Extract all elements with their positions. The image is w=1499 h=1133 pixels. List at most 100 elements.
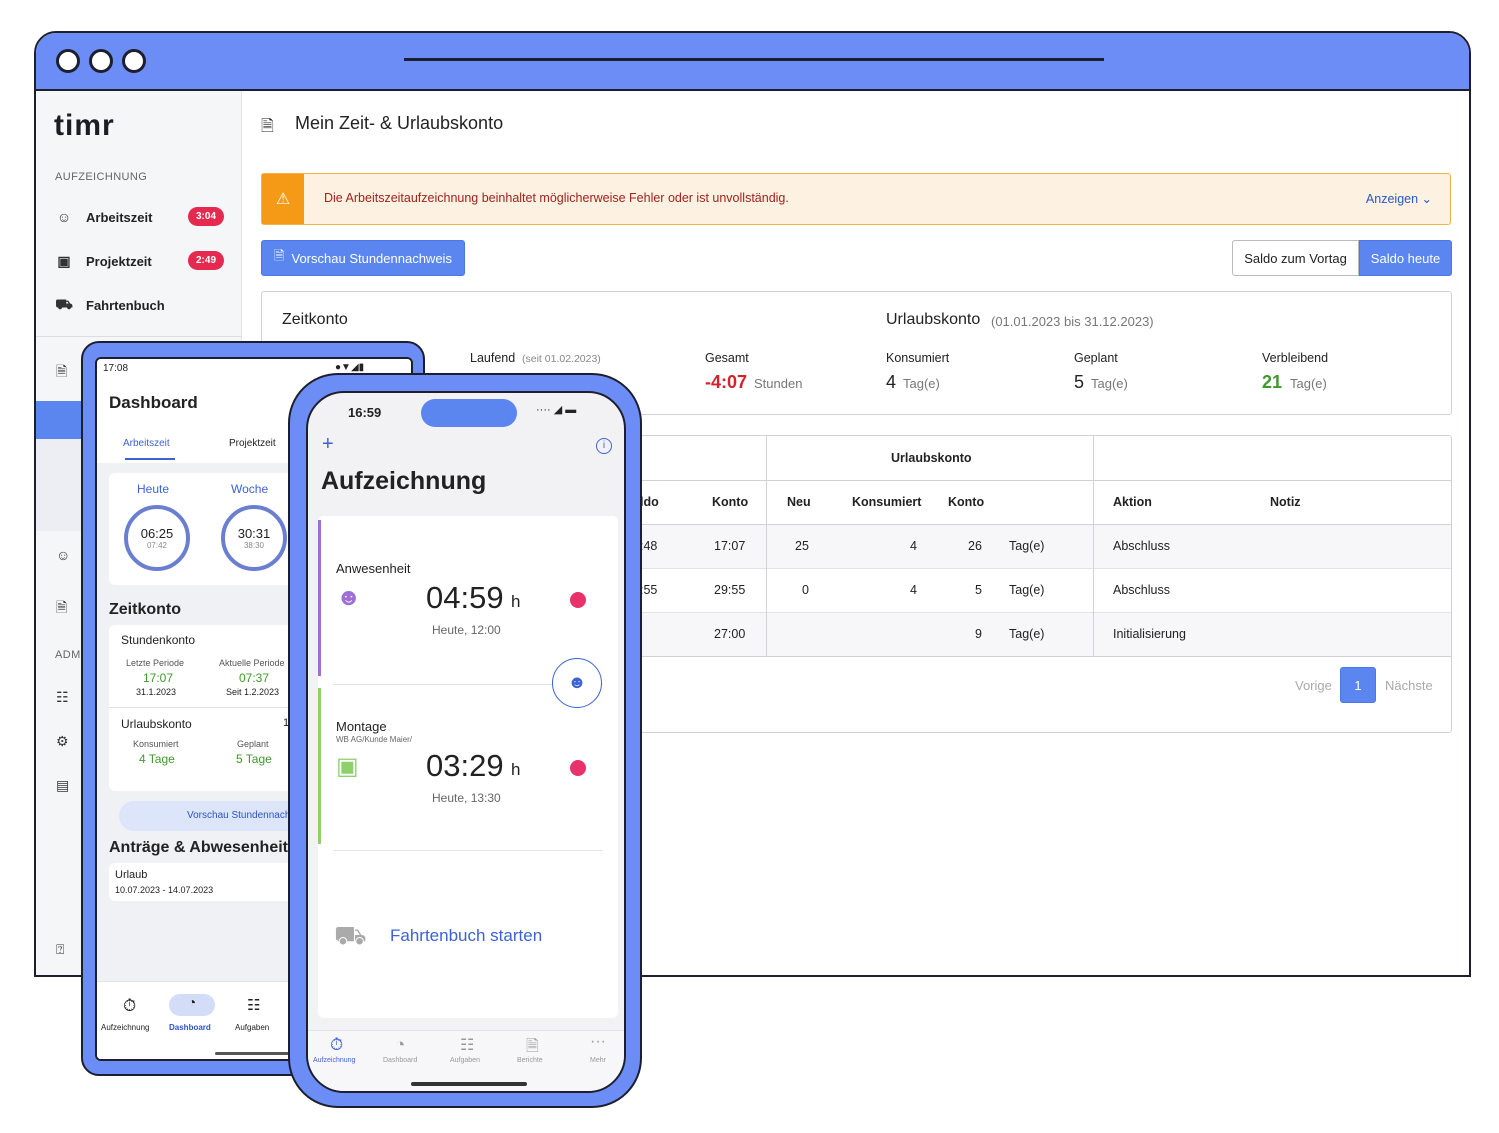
window-close-control[interactable] xyxy=(56,49,80,73)
hierarchy-icon[interactable]: ☷ xyxy=(460,1035,474,1055)
cell-aktion: Abschluss xyxy=(1113,539,1170,553)
sidebar-item-arbeitszeit[interactable]: ☺ Arbeitszeit 3:04 xyxy=(54,201,225,233)
urlaubskonto-title: Urlaubskonto xyxy=(886,311,981,328)
sidebar-item-fahrtenbuch[interactable]: ⛟ Fahrtenbuch xyxy=(54,289,224,321)
hierarchy-icon[interactable]: ☷ xyxy=(56,689,69,706)
laufend-label: Laufend xyxy=(470,351,516,365)
tab-projektzeit[interactable]: Projektzeit xyxy=(229,438,276,449)
document-user-icon: 🗎 xyxy=(261,118,274,135)
window-maximize-control[interactable] xyxy=(122,49,146,73)
letzte-periode-value: 17:07 xyxy=(143,671,174,685)
timer-list: Anwesenheit ☻ 04:59 h Heute, 12:00 ☻ Mon… xyxy=(318,516,618,1018)
nav-mehr[interactable]: Mehr xyxy=(590,1057,606,1064)
alert-show-link[interactable]: Anzeigen ⌄ xyxy=(1366,191,1432,206)
anwesenheit-duration: 04:59 xyxy=(426,580,504,615)
sidebar-item-projektzeit[interactable]: ▣ Projektzeit 2:49 xyxy=(54,245,225,277)
cell-saldo: :48 xyxy=(640,539,658,553)
recording-indicator[interactable] xyxy=(570,760,586,776)
konsumiert-label: Konsumiert xyxy=(886,351,950,365)
heute-label: Heute xyxy=(137,482,170,496)
credit-card-icon[interactable]: ▤ xyxy=(56,777,69,794)
zeitkonto-heading: Zeitkonto xyxy=(109,601,181,618)
dashboard-icon[interactable]: ◔ xyxy=(395,1035,405,1055)
start-fahrtenbuch-button[interactable]: Fahrtenbuch starten xyxy=(390,926,542,946)
add-icon[interactable]: + xyxy=(322,433,334,456)
anwesenheit-unit: h xyxy=(511,592,521,611)
woche-ring: 30:31 38:30 xyxy=(221,505,287,571)
status-time: 17:08 xyxy=(103,363,129,374)
pdf-icon: 🗎 xyxy=(274,248,285,263)
section-label-admin: ADMI xyxy=(55,649,85,661)
section-label-record: AUFZEICHNUNG xyxy=(55,171,148,183)
recording-indicator[interactable] xyxy=(570,592,586,608)
document-icon[interactable]: 🗎 xyxy=(56,597,67,621)
geplant-value: 5 xyxy=(1074,372,1085,392)
cell-konto: 27:00 xyxy=(714,627,746,641)
montage-duration: 03:29 xyxy=(426,748,504,783)
preview-report-button[interactable]: 🗎 Vorschau Stundennachweis xyxy=(261,240,465,276)
active-tab-indicator xyxy=(125,458,175,460)
info-icon[interactable]: i xyxy=(596,438,612,454)
verbleibend-value: 21 xyxy=(1262,372,1283,392)
heute-target: 07:42 xyxy=(146,541,168,550)
col-konto-urlaub: Konto xyxy=(948,495,985,509)
tage-unit: Tag(e) xyxy=(1091,376,1128,391)
zeitkonto-title: Zeitkonto xyxy=(282,311,348,328)
dynamic-island xyxy=(421,399,517,427)
window-minimize-control[interactable] xyxy=(89,49,113,73)
nav-aufgaben[interactable]: Aufgaben xyxy=(450,1057,480,1064)
cell-unit: Tag(e) xyxy=(1009,539,1045,553)
dashboard-icon[interactable]: ◔ xyxy=(169,994,215,1016)
cell-aktion: Abschluss xyxy=(1113,583,1170,597)
nav-berichte[interactable]: Berichte xyxy=(517,1057,543,1064)
woche-value: 30:31 xyxy=(237,526,271,541)
verbleibend-label: Verbleibend xyxy=(1262,351,1329,365)
tab-arbeitszeit[interactable]: Arbeitszeit xyxy=(123,438,170,449)
address-bar[interactable] xyxy=(404,58,1104,61)
briefcase-clock-icon: ▣ xyxy=(336,753,359,780)
anwesenheit-accent xyxy=(318,520,321,676)
gear-icon[interactable]: ⚙ xyxy=(56,733,69,750)
heute-ring: 06:25 07:42 xyxy=(124,505,190,571)
woche-target: 38:30 xyxy=(243,541,265,550)
app-logo: timr xyxy=(54,109,115,142)
browser-title-bar xyxy=(36,33,1469,91)
stopwatch-icon[interactable]: ⏱ xyxy=(330,1035,343,1055)
anwesenheit-label: Anwesenheit xyxy=(336,561,411,576)
user-clock-icon: ☺ xyxy=(56,209,72,225)
nav-dashboard[interactable]: Dashboard xyxy=(169,1023,211,1032)
nav-aufzeichnung[interactable]: Aufzeichnung xyxy=(313,1057,355,1064)
more-icon[interactable]: ··· xyxy=(590,1033,606,1051)
home-indicator xyxy=(411,1082,527,1086)
table-col-divider xyxy=(1093,436,1094,657)
saldo-prev-day-button[interactable]: Saldo zum Vortag xyxy=(1232,240,1359,276)
nav-aufgaben[interactable]: Aufgaben xyxy=(235,1023,269,1032)
phone-screen: 16:59 ···· ◢ ▬ + i Aufzeichnung Anwesenh… xyxy=(306,391,626,1093)
pagination-page[interactable]: 1 xyxy=(1340,667,1376,703)
group-header-urlaubskonto: Urlaubskonto xyxy=(891,451,972,465)
montage-label: Montage xyxy=(336,719,387,734)
document-icon[interactable]: 🗎 xyxy=(56,361,67,385)
nav-dashboard[interactable]: Dashboard xyxy=(383,1057,417,1064)
geplant-label: Geplant xyxy=(237,739,269,749)
switch-task-button[interactable]: ☻ xyxy=(552,658,602,708)
nav-aufzeichnung[interactable]: Aufzeichnung xyxy=(101,1023,149,1032)
table-col-divider xyxy=(766,436,767,657)
pagination-next[interactable]: Nächste xyxy=(1385,678,1433,693)
pagination-prev[interactable]: Vorige xyxy=(1295,678,1332,693)
cell-unit: Tag(e) xyxy=(1009,583,1045,597)
hierarchy-icon[interactable]: ☷ xyxy=(247,996,260,1014)
urlaubskonto-label: Urlaubskonto xyxy=(121,717,192,731)
montage-unit: h xyxy=(511,760,521,779)
page-title: Mein Zeit- & Urlaubskonto xyxy=(295,113,504,133)
col-konsumiert: Konsumiert xyxy=(852,495,922,509)
stopwatch-icon[interactable]: ⏱ xyxy=(123,996,136,1016)
user-alert-icon[interactable]: ☺ xyxy=(56,547,70,563)
geplant-label: Geplant xyxy=(1074,351,1118,365)
cell-konto: 29:55 xyxy=(714,583,746,597)
tage-unit: Tag(e) xyxy=(903,376,940,391)
help-icon[interactable]: ⍰ xyxy=(56,941,64,958)
antraege-heading: Anträge & Abwesenheiten xyxy=(109,839,307,856)
briefcase-clock-icon: ▣ xyxy=(57,252,71,269)
saldo-today-button[interactable]: Saldo heute xyxy=(1359,240,1452,276)
